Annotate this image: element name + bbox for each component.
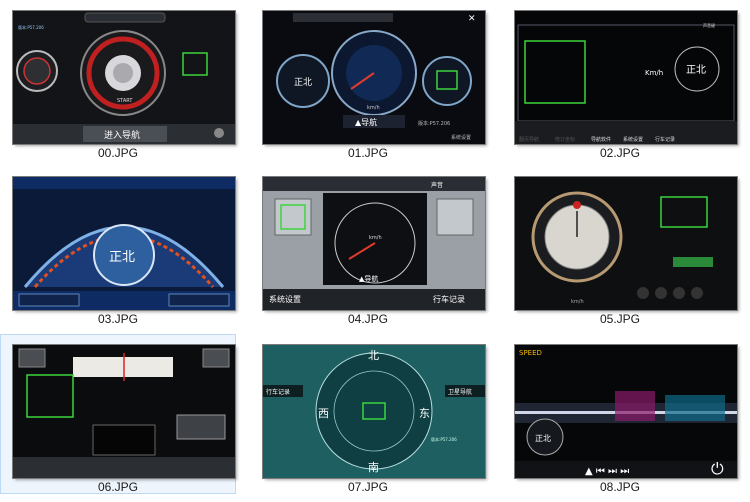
- record-button[interactable]: 行车记录: [266, 388, 290, 396]
- speed-unit: Km/h: [645, 69, 663, 77]
- thumbnail-03[interactable]: 正北: [13, 177, 235, 310]
- thumbnail-01[interactable]: ✕ 正北 km/h ▲导航 版本:P57.206 系统设置: [263, 11, 485, 144]
- file-name: 07.JPG: [347, 480, 389, 494]
- file-name: 01.JPG: [347, 146, 389, 160]
- toolbar-button[interactable]: 行车记录: [655, 136, 675, 143]
- brand-label: SPEED: [519, 349, 542, 357]
- heading-label: 正北: [109, 250, 135, 265]
- thumbnail-05[interactable]: km/h: [515, 177, 737, 310]
- thumbnail-00[interactable]: START 版本:P57.206 进入导航: [13, 11, 235, 144]
- speed-unit: km/h: [571, 299, 584, 305]
- heading-label: 正北: [686, 64, 706, 76]
- north-label: 北: [368, 349, 379, 362]
- nav-button-label: ▲导航: [359, 274, 378, 283]
- toolbar-button[interactable]: 导航软件: [591, 136, 611, 143]
- file-item-06[interactable]: 06.JPG: [0, 334, 236, 494]
- thumbnail-grid: START 版本:P57.206 进入导航 00.JPG ✕ 正北 km/h ▲…: [0, 0, 750, 502]
- file-name: 00.JPG: [97, 146, 139, 160]
- nav-button[interactable]: 卫星导航: [448, 388, 472, 396]
- file-item-03[interactable]: 正北 03.JPG: [0, 166, 236, 326]
- bottom-toolbar: 翻页导航 修订坐标 导航软件 系统设置 行车记录: [515, 121, 737, 144]
- thumbnail-06[interactable]: [13, 345, 235, 478]
- thumbnail-02[interactable]: 声音键 Km/h 正北 翻页导航 修订坐标 导航软件 系统设置 行车记录: [515, 11, 737, 144]
- speed-unit: km/h: [367, 105, 380, 111]
- east-label: 东: [419, 407, 430, 420]
- sound-label: 声音: [431, 181, 443, 189]
- nav-button-label: 进入导航: [104, 129, 140, 141]
- file-item-04[interactable]: 声音 km/h ▲导航 系统设置 行车记录 04.JPG: [250, 166, 486, 326]
- file-name: 03.JPG: [97, 312, 139, 326]
- heading-label: 正北: [294, 77, 312, 88]
- file-item-02[interactable]: 声音键 Km/h 正北 翻页导航 修订坐标 导航软件 系统设置 行车记录 02.…: [502, 0, 738, 160]
- file-item-08[interactable]: SPEED 正北 ▲ ⏮ ⏭ ⏭ ⏻ 08.JPG: [502, 334, 738, 494]
- power-icon[interactable]: ⏻: [711, 459, 724, 478]
- version-label: 版本:P57.206: [431, 436, 457, 442]
- file-name: 06.JPG: [97, 480, 139, 494]
- close-icon[interactable]: ✕: [468, 14, 476, 24]
- west-label: 西: [318, 407, 329, 420]
- toolbar-button[interactable]: 翻页导航: [519, 136, 539, 143]
- start-label: START: [117, 98, 133, 104]
- thumbnail-07[interactable]: 北 东 南 西 行车记录 卫星导航 版本:P57.206: [263, 345, 485, 478]
- file-item-00[interactable]: START 版本:P57.206 进入导航 00.JPG: [0, 0, 236, 160]
- file-name: 08.JPG: [599, 480, 641, 494]
- heading-label: 正北: [535, 434, 551, 443]
- south-label: 南: [368, 461, 379, 474]
- version-label: 版本:P57.206: [18, 24, 44, 30]
- file-item-07[interactable]: 北 东 南 西 行车记录 卫星导航 版本:P57.206 07.JPG: [250, 334, 486, 494]
- thumbnail-08[interactable]: SPEED 正北 ▲ ⏮ ⏭ ⏭ ⏻: [515, 345, 737, 478]
- settings-label: 系统设置: [451, 134, 471, 141]
- file-name: 05.JPG: [599, 312, 641, 326]
- version-label: 版本:P57.206: [418, 120, 450, 127]
- toolbar-button[interactable]: 修订坐标: [555, 136, 575, 143]
- file-item-05[interactable]: km/h 05.JPG: [502, 166, 738, 326]
- file-name: 02.JPG: [599, 146, 641, 160]
- thumbnail-04[interactable]: 声音 km/h ▲导航 系统设置 行车记录: [263, 177, 485, 310]
- speed-unit: km/h: [369, 235, 382, 241]
- nav-button-label: ▲导航: [355, 117, 377, 127]
- file-name: 04.JPG: [347, 312, 389, 326]
- toolbar-button[interactable]: 系统设置: [623, 136, 643, 143]
- file-item-01[interactable]: ✕ 正北 km/h ▲导航 版本:P57.206 系统设置 01.JPG: [250, 0, 486, 160]
- settings-label: 系统设置: [269, 294, 301, 304]
- media-controls[interactable]: ▲ ⏮ ⏭ ⏭: [585, 466, 629, 477]
- record-label: 行车记录: [433, 294, 465, 304]
- sound-label: 声音键: [703, 22, 715, 28]
